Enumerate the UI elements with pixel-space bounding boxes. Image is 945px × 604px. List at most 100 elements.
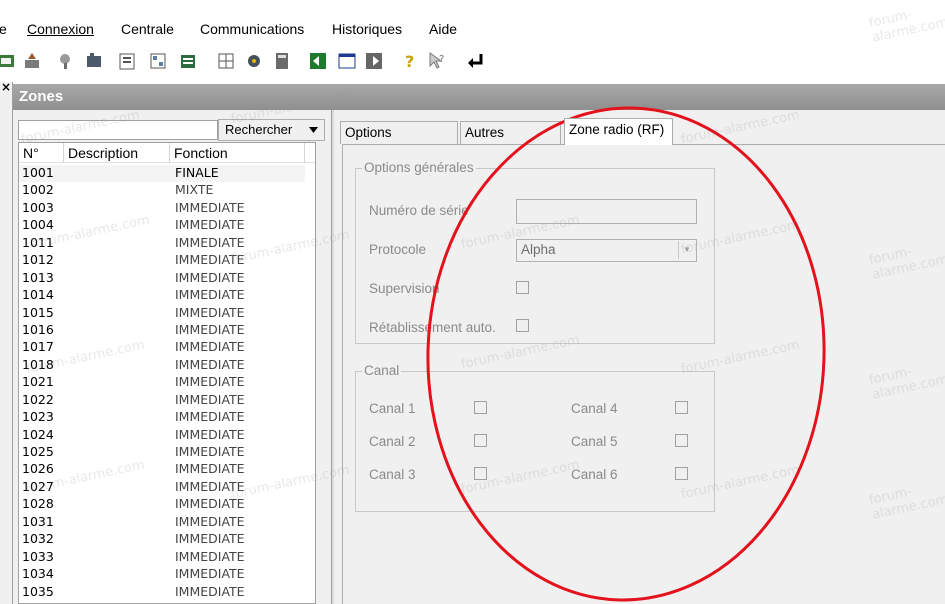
table-row[interactable]: 1028 IMMEDIATE <box>19 496 305 513</box>
keypad-icon[interactable] <box>56 51 76 71</box>
search-input[interactable] <box>18 120 218 140</box>
close-icon[interactable]: × <box>1 80 11 94</box>
list-scrollbar[interactable] <box>305 165 315 603</box>
table-row[interactable]: 1026 IMMEDIATE <box>19 461 305 478</box>
tab-autres-groupes[interactable]: Autres Groupes <box>460 121 561 162</box>
table-row[interactable]: 1027 IMMEDIATE <box>19 479 305 496</box>
grid-icon[interactable] <box>148 51 168 71</box>
left-strip: × <box>0 80 13 604</box>
auto-restore-checkbox[interactable] <box>516 319 529 332</box>
zone-number: 1032 <box>22 531 54 547</box>
back-arrow-icon[interactable] <box>308 51 328 71</box>
zone-function: IMMEDIATE <box>175 566 245 582</box>
canal-5-label: Canal 5 <box>571 434 618 449</box>
zone-function: IMMEDIATE <box>175 234 245 250</box>
table-row[interactable]: 1024 IMMEDIATE <box>19 427 305 444</box>
calculator-icon[interactable] <box>272 51 292 71</box>
window-title: Zones <box>13 84 945 110</box>
table-row[interactable]: 1013 IMMEDIATE <box>19 270 305 287</box>
zone-function: IMMEDIATE <box>175 339 245 355</box>
canal-6-checkbox[interactable] <box>675 467 688 480</box>
zone-function: IMMEDIATE <box>175 513 245 529</box>
context-help-icon[interactable]: ? <box>428 51 448 71</box>
menu-item-connexion[interactable]: Connexion <box>27 21 94 37</box>
table-row[interactable]: 1025 IMMEDIATE <box>19 444 305 461</box>
table-row[interactable]: 1016 IMMEDIATE <box>19 322 305 339</box>
table-row[interactable]: 1023 IMMEDIATE <box>19 409 305 426</box>
zone-number: 1011 <box>22 234 54 250</box>
zone-function: IMMEDIATE <box>175 391 245 407</box>
canal-5-checkbox[interactable] <box>675 434 688 447</box>
settings-icon[interactable] <box>244 51 264 71</box>
table-row[interactable]: 1012 IMMEDIATE <box>19 252 305 269</box>
list-users-icon[interactable] <box>178 51 198 71</box>
table-row[interactable]: 1003 IMMEDIATE <box>19 200 305 217</box>
protocol-select[interactable]: Alpha ▼ <box>516 239 697 262</box>
canal-3-checkbox[interactable] <box>474 467 487 480</box>
serial-field[interactable] <box>516 199 697 224</box>
help-icon[interactable]: ? <box>400 51 420 71</box>
zone-number: 1027 <box>22 478 54 494</box>
canal-4-label: Canal 4 <box>571 401 618 416</box>
zone-number: 1022 <box>22 391 54 407</box>
search-button[interactable]: Rechercher <box>218 119 325 141</box>
tab-zone-radio[interactable]: Zone radio (RF) <box>564 118 673 145</box>
table-row[interactable]: 1014 IMMEDIATE <box>19 287 305 304</box>
col-header-description[interactable]: Description <box>64 143 170 163</box>
table-row[interactable]: 1015 IMMEDIATE <box>19 305 305 322</box>
table-row[interactable]: 1035 IMMEDIATE <box>19 584 305 601</box>
col-header-number[interactable]: N° <box>19 143 64 163</box>
canal-6-label: Canal 6 <box>571 467 618 482</box>
menu-item-file[interactable]: e <box>0 21 7 37</box>
zone-function: IMMEDIATE <box>175 583 245 599</box>
col-header-function[interactable]: Fonction <box>170 143 305 163</box>
zone-number: 1017 <box>22 339 54 355</box>
svg-text:?: ? <box>439 54 444 65</box>
table-row[interactable]: 1011 IMMEDIATE <box>19 235 305 252</box>
zone-number: 1031 <box>22 513 54 529</box>
canal-3-label: Canal 3 <box>369 467 416 482</box>
chevron-down-icon: ▼ <box>678 241 695 259</box>
zone-number: 1026 <box>22 461 54 477</box>
supervision-checkbox[interactable] <box>516 281 529 294</box>
table-row[interactable]: 1021 IMMEDIATE <box>19 374 305 391</box>
menu-item-historiques[interactable]: Historiques <box>332 21 402 37</box>
zone-function: IMMEDIATE <box>175 269 245 285</box>
table-row[interactable]: 1034 IMMEDIATE <box>19 566 305 583</box>
zone-number: 1021 <box>22 374 54 390</box>
table-row[interactable]: 1018 IMMEDIATE <box>19 357 305 374</box>
table-row[interactable]: 1032 IMMEDIATE <box>19 531 305 548</box>
zone-number: 1024 <box>22 426 54 442</box>
table-row[interactable]: 1001 FINALE <box>19 165 305 183</box>
tab-options-generales[interactable]: Options générales <box>340 121 458 162</box>
options-group: Options générales Numéro de série Protoc… <box>355 160 715 344</box>
zone-number: 1018 <box>22 356 54 372</box>
enter-icon[interactable] <box>466 51 486 71</box>
grid-table-icon[interactable] <box>216 51 236 71</box>
search-button-label: Rechercher <box>225 122 293 137</box>
zones-list[interactable]: N° Description Fonction 1001 FINALE 1002 MI… <box>18 142 316 604</box>
zone-number: 1033 <box>22 548 54 564</box>
zone-function: IMMEDIATE <box>175 496 245 512</box>
protocol-label: Protocole <box>369 242 427 257</box>
canal-1-checkbox[interactable] <box>474 401 487 414</box>
svg-text:?: ? <box>405 52 414 71</box>
menu-item-communications[interactable]: Communications <box>200 21 304 37</box>
canal-2-checkbox[interactable] <box>474 434 487 447</box>
table-row[interactable]: 1002 MIXTE <box>19 182 305 199</box>
menu-item-centrale[interactable]: Centrale <box>121 21 174 37</box>
window-list-icon[interactable] <box>337 51 357 71</box>
download-icon[interactable] <box>22 51 42 71</box>
device-icon[interactable] <box>84 51 104 71</box>
connect-phone-icon[interactable] <box>0 51 16 71</box>
menu-item-aide[interactable]: Aide <box>429 21 457 37</box>
table-row[interactable]: 1022 IMMEDIATE <box>19 392 305 409</box>
table-row[interactable]: 1033 IMMEDIATE <box>19 549 305 566</box>
chevron-down-icon <box>309 127 318 133</box>
table-row[interactable]: 1031 IMMEDIATE <box>19 514 305 531</box>
canal-4-checkbox[interactable] <box>675 401 688 414</box>
table-row[interactable]: 1017 IMMEDIATE <box>19 339 305 356</box>
forward-arrow-icon[interactable] <box>364 51 384 71</box>
table-row[interactable]: 1004 IMMEDIATE <box>19 217 305 234</box>
report-icon[interactable] <box>117 51 137 71</box>
